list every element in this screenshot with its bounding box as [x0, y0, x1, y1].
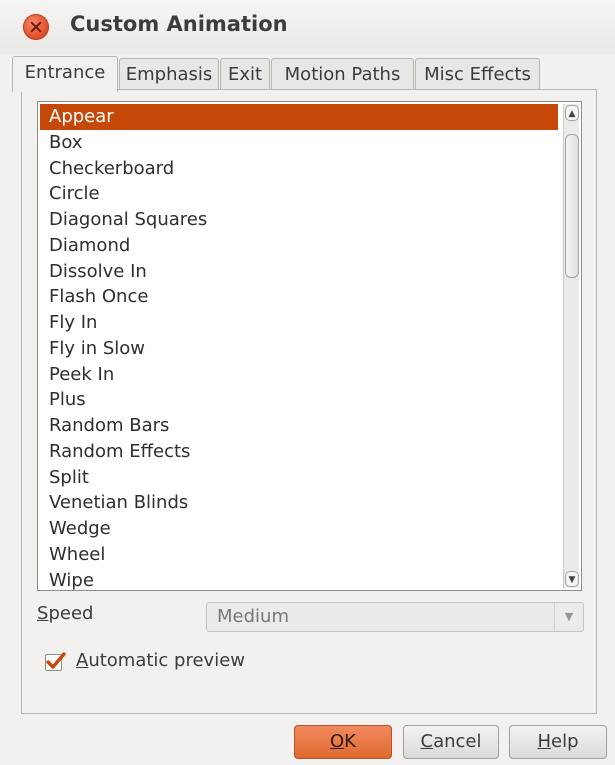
help-button[interactable]: Help — [509, 725, 607, 759]
list-item[interactable]: Peek In — [40, 362, 558, 388]
effects-list[interactable]: Appear Box Checkerboard Circle Diagonal Squa… — [37, 101, 582, 591]
cancel-button[interactable]: Cancel — [403, 725, 499, 759]
close-icon[interactable] — [23, 14, 49, 40]
automatic-preview-label[interactable]: Automatic preview — [76, 650, 245, 671]
list-item[interactable]: Box — [40, 130, 558, 156]
checkmark-icon — [46, 652, 66, 669]
ok-button[interactable]: OK — [294, 725, 392, 759]
tab-exit[interactable]: Exit — [220, 58, 270, 90]
list-item[interactable]: Flash Once — [40, 284, 558, 310]
chevron-down-icon: ▼ — [554, 603, 583, 631]
list-item[interactable]: Checkerboard — [40, 156, 558, 182]
scroll-down-icon[interactable]: ▼ — [565, 571, 579, 587]
list-item[interactable]: Split — [40, 465, 558, 491]
speed-select[interactable]: Medium ▼ — [206, 602, 584, 632]
scrollbar[interactable]: ▲ ▼ — [563, 104, 579, 588]
speed-label: Speed — [37, 603, 94, 624]
list-item[interactable]: Random Effects — [40, 439, 558, 465]
speed-value: Medium — [217, 606, 289, 627]
list-item[interactable]: Diagonal Squares — [40, 207, 558, 233]
tab-entrance[interactable]: Entrance — [12, 56, 118, 92]
tab-emphasis[interactable]: Emphasis — [119, 58, 219, 90]
window-title: Custom Animation — [70, 12, 288, 36]
tab-misc-effects[interactable]: Misc Effects — [415, 58, 540, 90]
list-item[interactable]: Random Bars — [40, 413, 558, 439]
list-item[interactable]: Dissolve In — [40, 259, 558, 285]
list-item[interactable]: Circle — [40, 181, 558, 207]
list-item[interactable]: Fly in Slow — [40, 336, 558, 362]
automatic-preview-checkbox[interactable] — [45, 652, 66, 671]
list-item[interactable]: Fly In — [40, 310, 558, 336]
scroll-thumb[interactable] — [565, 134, 579, 278]
list-item[interactable]: Wipe — [40, 568, 558, 591]
list-item[interactable]: Appear — [40, 104, 558, 130]
title-bar: Custom Animation — [0, 0, 615, 54]
list-item[interactable]: Wheel — [40, 542, 558, 568]
list-item[interactable]: Venetian Blinds — [40, 490, 558, 516]
list-item[interactable]: Wedge — [40, 516, 558, 542]
list-item[interactable]: Diamond — [40, 233, 558, 259]
scroll-up-icon[interactable]: ▲ — [565, 105, 579, 121]
list-item[interactable]: Plus — [40, 387, 558, 413]
tab-motion-paths[interactable]: Motion Paths — [271, 58, 414, 90]
